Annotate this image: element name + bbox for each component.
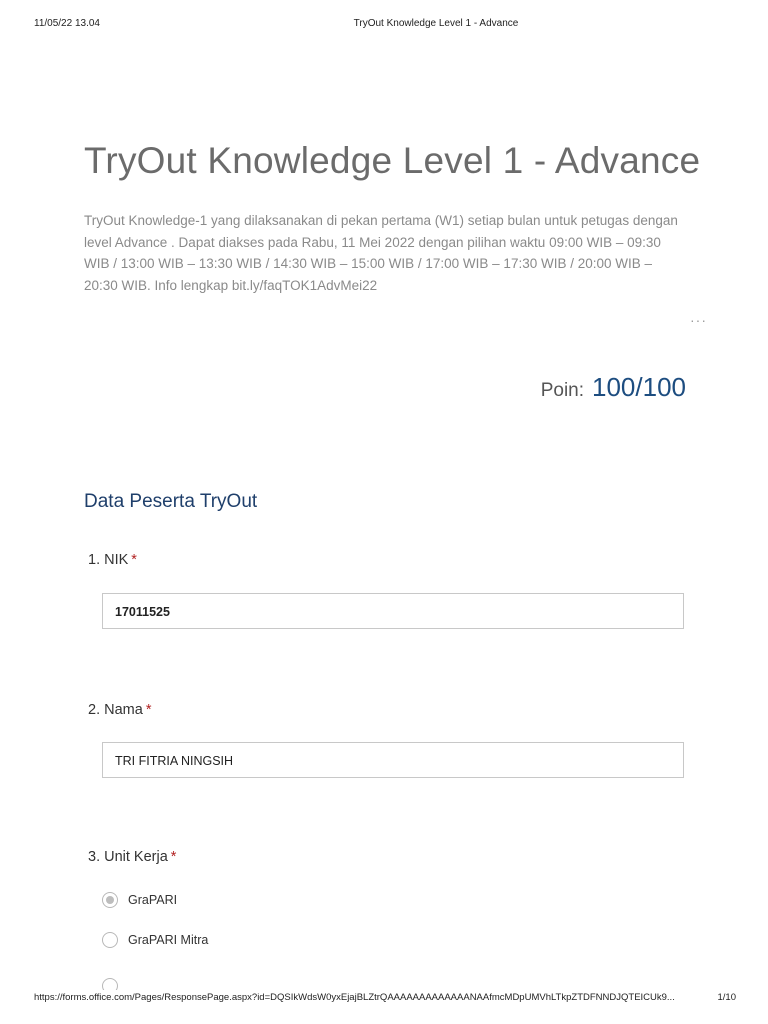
radio-label: GraPARI Mitra bbox=[128, 933, 209, 947]
question-label: 1. NIK bbox=[88, 552, 129, 568]
ellipsis-icon[interactable]: ··· bbox=[690, 313, 712, 327]
required-marker: * bbox=[131, 552, 137, 568]
nama-field[interactable]: TRI FITRIA NINGSIH bbox=[102, 742, 684, 778]
print-footer: https://forms.office.com/Pages/ResponseP… bbox=[0, 992, 768, 1006]
radio-option-grapari-mitra[interactable]: GraPARI Mitra bbox=[102, 930, 208, 950]
print-header: 11/05/22 13.04 TryOut Knowledge Level 1 … bbox=[0, 18, 768, 32]
radio-option-grapari[interactable]: GraPARI bbox=[102, 890, 177, 910]
page-number: 1/10 bbox=[717, 992, 737, 1003]
form-description: TryOut Knowledge-1 yang dilaksanakan di … bbox=[84, 213, 678, 293]
print-title: TryOut Knowledge Level 1 - Advance bbox=[353, 18, 519, 29]
score: Poin: 100/100 bbox=[541, 372, 686, 403]
radio-option-partial[interactable] bbox=[102, 978, 128, 990]
radio-button-selected[interactable] bbox=[102, 892, 118, 908]
radio-button[interactable] bbox=[102, 932, 118, 948]
required-marker: * bbox=[170, 849, 177, 865]
form-title: TryOut Knowledge Level 1 - Advance bbox=[84, 140, 701, 181]
question-label: 2. Nama bbox=[88, 702, 143, 718]
print-url: https://forms.office.com/Pages/ResponseP… bbox=[34, 992, 675, 1003]
radio-label: GraPARI bbox=[128, 893, 178, 907]
question-nama-label: 2. Nama * bbox=[88, 702, 151, 718]
question-nik-label: 1. NIK * bbox=[88, 552, 137, 568]
score-label: Poin: bbox=[540, 380, 585, 401]
section-title: Data Peserta TryOut bbox=[84, 491, 258, 512]
question-label: 3. Unit Kerja bbox=[88, 849, 168, 865]
radio-button[interactable] bbox=[102, 978, 118, 990]
required-marker: * bbox=[145, 702, 152, 718]
nik-field[interactable]: 17011525 bbox=[102, 593, 684, 629]
radio-dot bbox=[106, 896, 114, 904]
question-unit-kerja-label: 3. Unit Kerja * bbox=[88, 849, 176, 865]
score-value: 100/100 bbox=[592, 372, 686, 402]
